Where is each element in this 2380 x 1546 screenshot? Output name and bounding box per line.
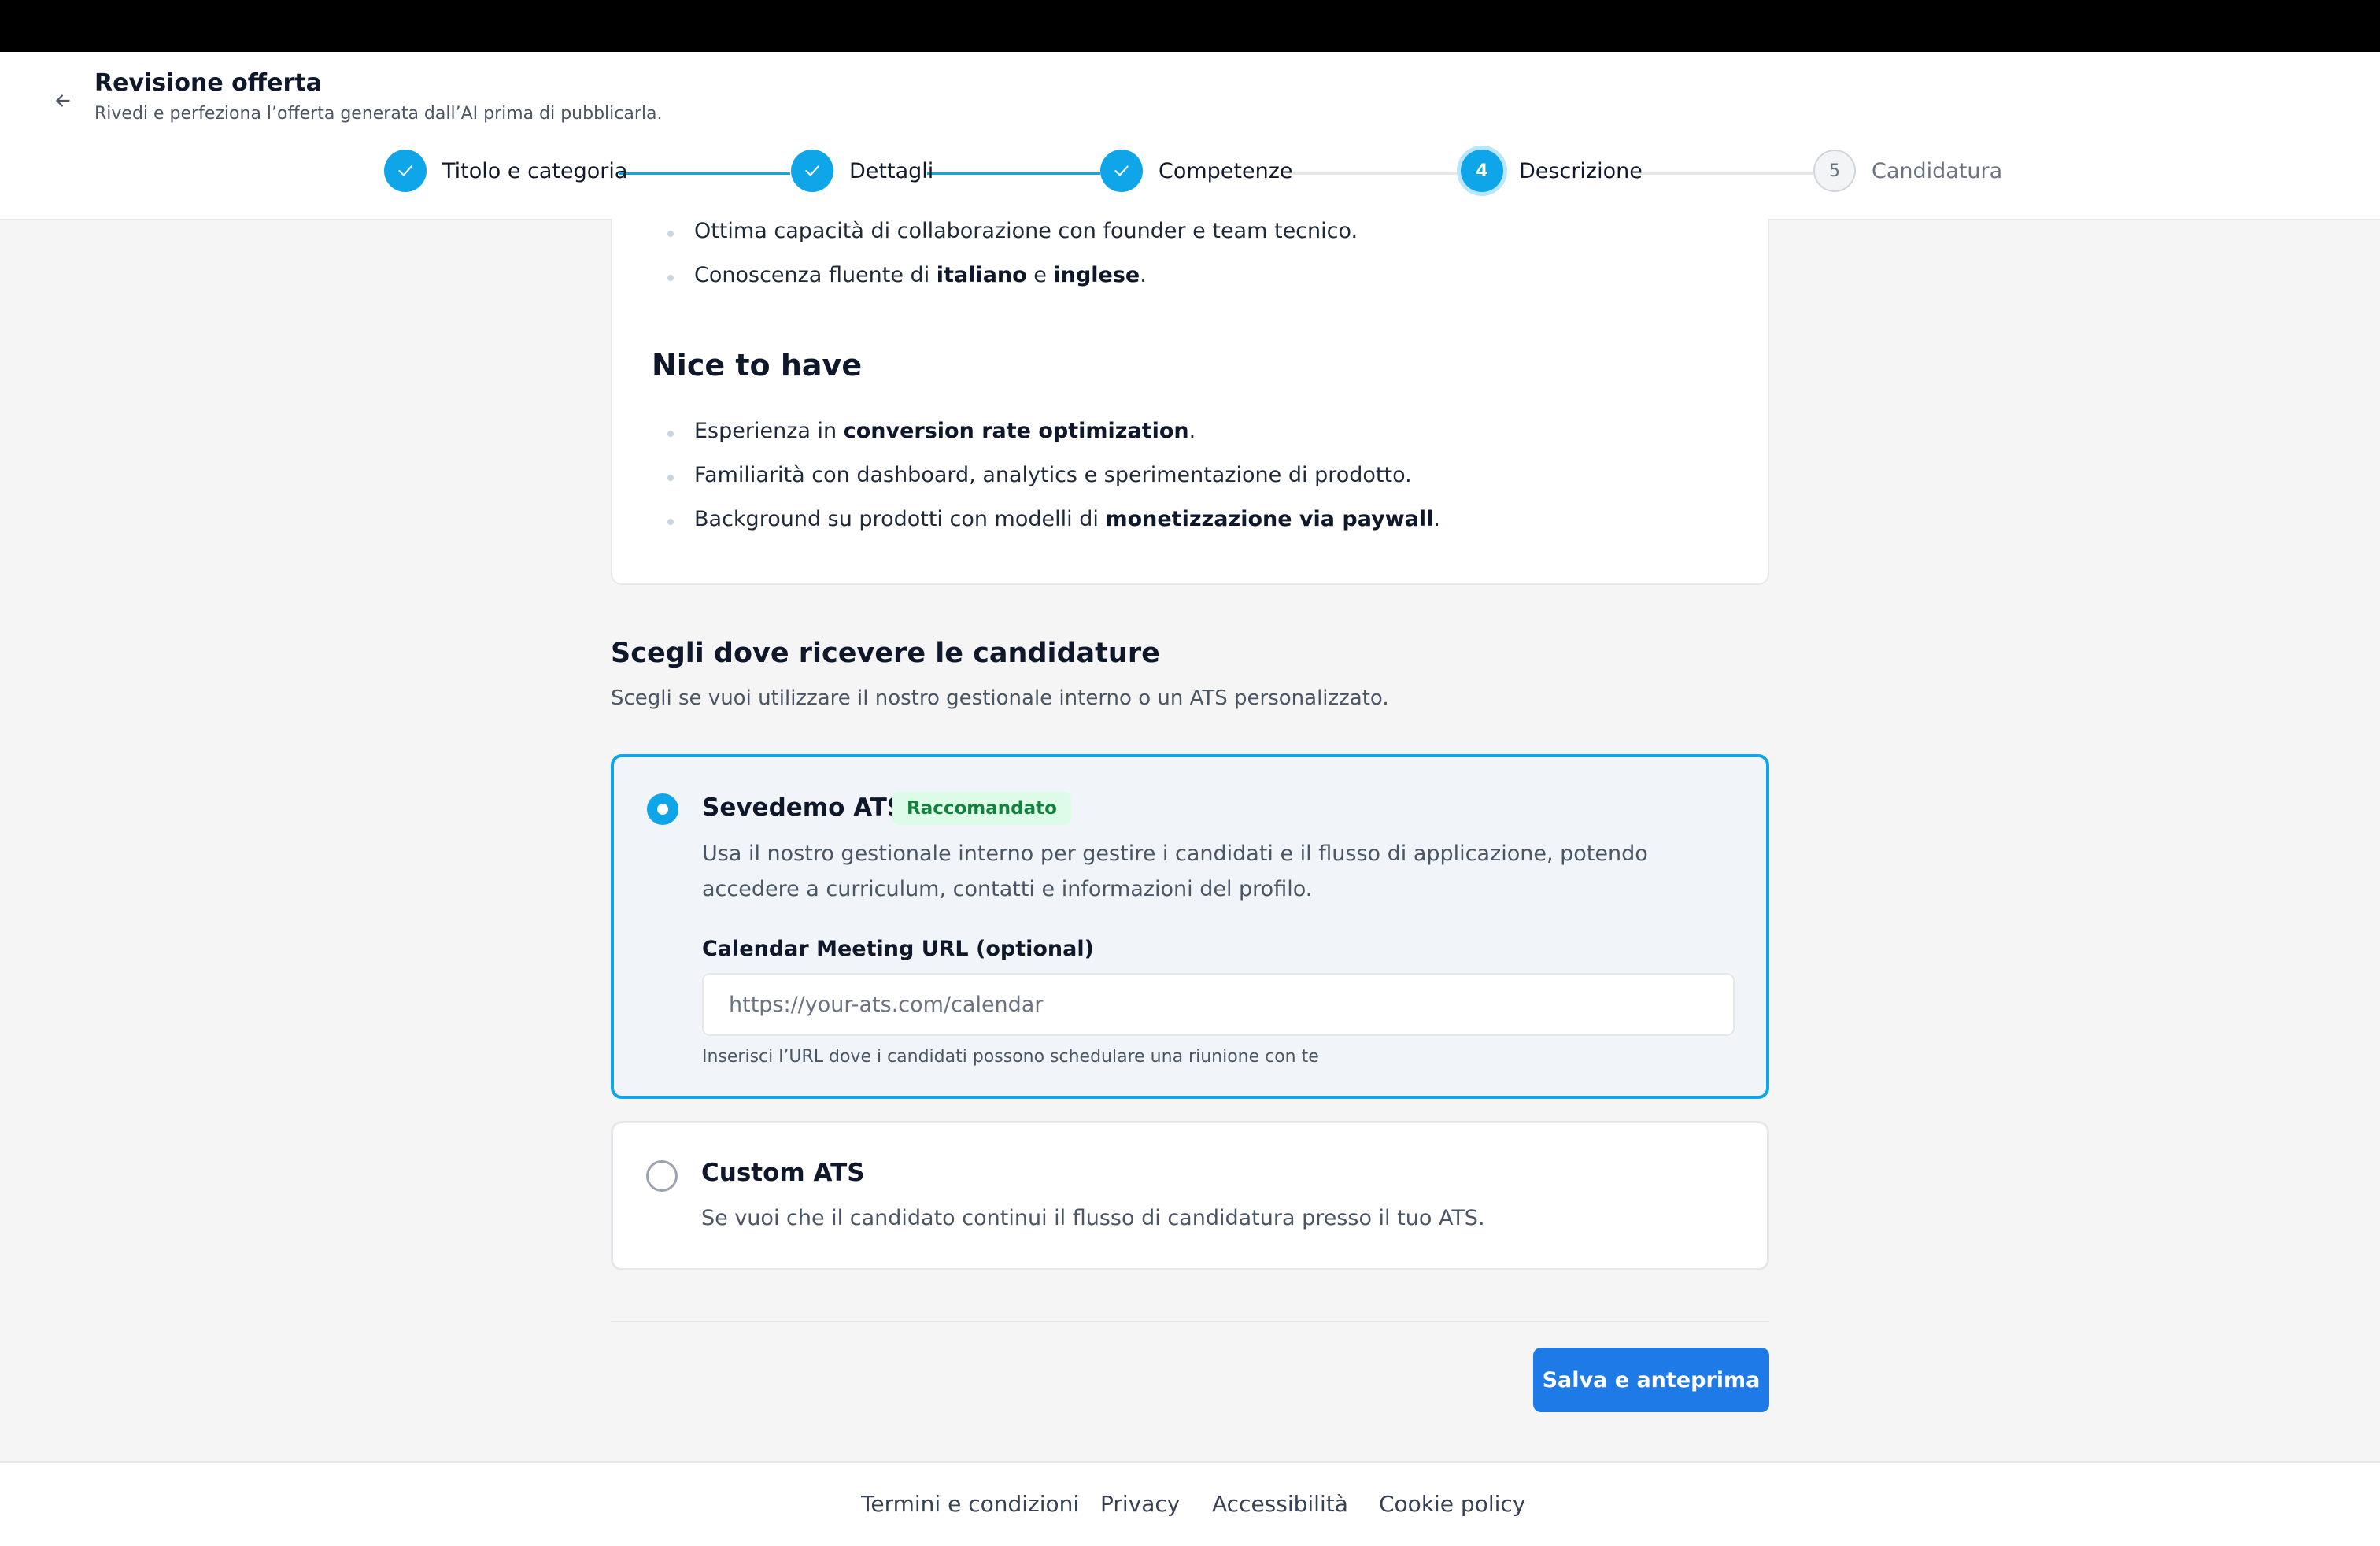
footer-link-accessibility[interactable]: Accessibilità	[1212, 1491, 1348, 1517]
step-candidatura[interactable]: 5 Candidatura	[1813, 150, 2002, 192]
step-status	[791, 150, 833, 192]
page-header: Revisione offerta Rivedi e perfeziona l’…	[0, 52, 2380, 220]
calendar-url-hint: Inserisci l’URL dove i candidati possono…	[702, 1047, 1319, 1067]
step-label: Competenze	[1159, 158, 1293, 183]
calendar-url-input[interactable]	[702, 973, 1735, 1036]
step-connector	[619, 172, 790, 175]
step-number: 5	[1829, 161, 1840, 181]
step-number: 4	[1476, 161, 1488, 181]
option-description: Usa il nostro gestionale interno per ges…	[702, 841, 1648, 901]
page-subtitle: Rivedi e perfeziona l’offerta generata d…	[94, 104, 663, 124]
step-status: 5	[1813, 150, 1856, 192]
step-label: Candidatura	[1872, 158, 2003, 183]
step-connector	[1639, 172, 1813, 175]
arrow-left-icon	[56, 94, 70, 107]
calendar-url-label: Calendar Meeting URL (optional)	[702, 937, 1094, 961]
option-title: Custom ATS	[701, 1159, 865, 1187]
footer-link-privacy[interactable]: Privacy	[1100, 1491, 1180, 1517]
step-titolo-e-categoria[interactable]: Titolo e categoria	[384, 150, 627, 192]
description-card: Ottima capacità di collaborazione con fo…	[611, 219, 1769, 585]
option-custom-ats[interactable]: Custom ATS Se vuoi che il candidato cont…	[611, 1121, 1769, 1270]
step-status: 4	[1461, 150, 1503, 192]
list-item: Ottima capacità di collaborazione con fo…	[667, 219, 1358, 243]
list-item: Esperienza in conversion rate optimizati…	[667, 419, 1196, 443]
step-dettagli[interactable]: Dettagli	[791, 150, 933, 192]
footer: Termini e condizioni Privacy Accessibili…	[0, 1461, 2380, 1546]
page-title: Revisione offerta	[94, 69, 322, 97]
check-icon	[805, 165, 819, 176]
option-sevedemo-ats[interactable]: Sevedemo ATS Raccomandato Usa il nostro …	[611, 754, 1769, 1099]
list-item: Conoscenza fluente di italiano e inglese…	[667, 263, 1147, 287]
radio-custom-ats[interactable]	[646, 1160, 678, 1192]
save-and-preview-button[interactable]: Salva e anteprima	[1533, 1348, 1769, 1412]
applications-title: Scegli dove ricevere le candidature	[611, 638, 1160, 669]
step-label: Titolo e categoria	[442, 158, 628, 183]
step-connector	[1289, 172, 1459, 175]
list-item: Background su prodotti con modelli di mo…	[667, 507, 1440, 531]
check-icon	[1114, 165, 1129, 176]
divider	[611, 1321, 1769, 1322]
list-item: Familiarità con dashboard, analytics e s…	[667, 463, 1412, 487]
back-button[interactable]	[49, 87, 77, 115]
step-status	[384, 150, 427, 192]
applications-subtitle: Scegli se vuoi utilizzare il nostro gest…	[611, 686, 1389, 710]
option-description: Se vuoi che il candidato continui il flu…	[701, 1206, 1485, 1230]
radio-sevedemo-ats[interactable]	[647, 793, 678, 825]
step-label: Descrizione	[1519, 158, 1643, 183]
option-title: Sevedemo ATS	[702, 793, 905, 822]
step-connector	[927, 172, 1100, 175]
step-label: Dettagli	[849, 158, 934, 183]
footer-link-cookie-policy[interactable]: Cookie policy	[1379, 1491, 1525, 1517]
step-descrizione[interactable]: 4 Descrizione	[1461, 150, 1643, 192]
top-black-bar	[0, 0, 2380, 52]
step-status	[1100, 150, 1143, 192]
check-icon	[398, 165, 412, 176]
recommended-badge: Raccomandato	[893, 792, 1071, 825]
section-heading: Nice to have	[652, 348, 863, 383]
step-competenze[interactable]: Competenze	[1100, 150, 1293, 192]
footer-link-terms[interactable]: Termini e condizioni	[861, 1491, 1079, 1517]
